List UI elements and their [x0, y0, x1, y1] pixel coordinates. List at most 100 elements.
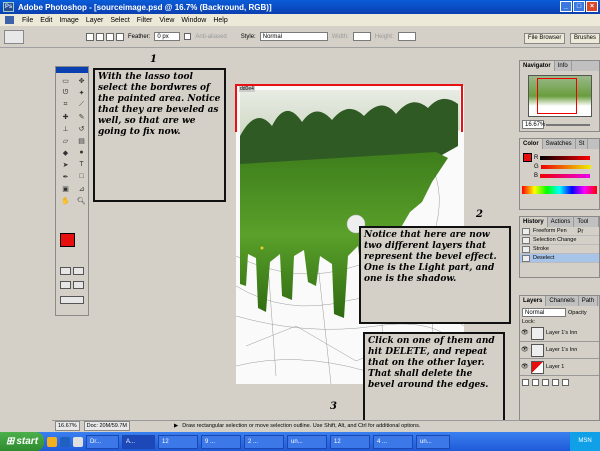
blur-icon[interactable]: ◆: [58, 147, 73, 158]
intersect-selection-button[interactable]: [116, 33, 124, 41]
status-zoom[interactable]: 16.67%: [55, 420, 80, 431]
tab-actions[interactable]: Actions: [548, 217, 575, 227]
foreground-color-swatch[interactable]: [60, 233, 75, 247]
task-item[interactable]: 2 ...: [244, 434, 284, 449]
quick-mask-icon[interactable]: [73, 267, 84, 275]
layer-row[interactable]: 👁︎ Layer 1: [520, 359, 599, 376]
slider-b[interactable]: [540, 173, 591, 178]
start-button[interactable]: ⊞ start: [0, 432, 44, 451]
maximize-button[interactable]: □: [573, 1, 585, 12]
eyedropper-icon[interactable]: ⊿: [74, 183, 89, 194]
play-icon[interactable]: ▶: [174, 423, 178, 429]
eye-icon[interactable]: 👁︎: [521, 329, 529, 337]
menu-filter[interactable]: Filter: [137, 17, 153, 24]
tab-info[interactable]: Info: [555, 61, 572, 71]
tab-brushes[interactable]: Brushes: [570, 33, 600, 44]
blend-mode-select[interactable]: Normal: [522, 308, 566, 317]
subtract-selection-button[interactable]: [106, 33, 114, 41]
tab-styles[interactable]: St: [576, 139, 589, 149]
color-fg-swatch[interactable]: [523, 153, 532, 162]
zoom-slider[interactable]: [546, 123, 590, 126]
tab-layers[interactable]: Layers: [520, 296, 547, 306]
menu-layer[interactable]: Layer: [86, 17, 104, 24]
quicklaunch-ie-icon[interactable]: [60, 436, 70, 447]
add-mask-button[interactable]: [532, 379, 539, 386]
tab-color[interactable]: Color: [520, 139, 543, 149]
height-input[interactable]: [397, 32, 416, 41]
task-item[interactable]: un...: [416, 434, 450, 449]
menu-image[interactable]: Image: [59, 17, 78, 24]
color-ramp[interactable]: [522, 186, 597, 194]
slider-g[interactable]: [540, 164, 591, 169]
tab-paths[interactable]: Path: [579, 296, 599, 306]
hand-icon[interactable]: ✋: [58, 195, 73, 206]
task-item[interactable]: Dr...: [86, 434, 119, 449]
task-item[interactable]: 4 ...: [373, 434, 413, 449]
menu-edit[interactable]: Edit: [40, 17, 52, 24]
path-select-icon[interactable]: ➤: [58, 159, 73, 170]
menu-file[interactable]: File: [22, 17, 33, 24]
quicklaunch-firefox-icon[interactable]: [47, 436, 57, 447]
close-button[interactable]: ×: [586, 1, 598, 12]
pen-icon[interactable]: ✒: [58, 171, 73, 182]
quicklaunch-desktop-icon[interactable]: [73, 436, 83, 447]
history-item[interactable]: Selection Change: [520, 236, 599, 245]
history-item-active[interactable]: Deselect: [520, 254, 599, 263]
slider-r[interactable]: [540, 155, 591, 160]
magic-wand-icon[interactable]: ✦: [74, 87, 89, 98]
stamp-icon[interactable]: ⊥: [58, 123, 73, 134]
tab-history[interactable]: History: [520, 217, 548, 227]
lasso-icon[interactable]: ᘎ: [58, 87, 73, 98]
gradient-icon[interactable]: ▤: [74, 135, 89, 146]
task-item[interactable]: 12: [330, 434, 370, 449]
feather-input[interactable]: 0 px: [154, 32, 181, 41]
type-icon[interactable]: T: [74, 159, 89, 170]
document-menu-icon[interactable]: [5, 16, 14, 24]
notes-icon[interactable]: ▣: [58, 183, 73, 194]
history-item[interactable]: Stroke: [520, 245, 599, 254]
move-icon[interactable]: ✥: [74, 75, 89, 86]
system-tray[interactable]: MSN: [570, 432, 600, 451]
shape-icon[interactable]: □: [74, 171, 89, 182]
menu-help[interactable]: Help: [213, 17, 227, 24]
tab-navigator[interactable]: Navigator: [520, 61, 555, 71]
anti-alias-checkbox[interactable]: [184, 33, 192, 40]
menu-select[interactable]: Select: [110, 17, 129, 24]
marquee-icon[interactable]: ▭: [58, 75, 73, 86]
imageready-icon[interactable]: [60, 296, 84, 304]
slice-icon[interactable]: ⟋: [74, 99, 89, 110]
new-set-button[interactable]: [542, 379, 549, 386]
eye-icon[interactable]: 👁︎: [521, 363, 529, 371]
tab-tool-presets[interactable]: Tool Pr: [574, 217, 599, 235]
crop-icon[interactable]: ⌗: [58, 99, 73, 110]
width-input[interactable]: [352, 32, 371, 41]
dodge-icon[interactable]: ●: [74, 147, 89, 158]
minimize-button[interactable]: _: [560, 1, 572, 12]
new-layer-button[interactable]: [552, 379, 559, 386]
standard-mode-icon[interactable]: [60, 267, 71, 275]
history-item[interactable]: Freeform Pen: [520, 227, 599, 236]
layer-style-button[interactable]: [522, 379, 529, 386]
tab-swatches[interactable]: Swatches: [543, 139, 576, 149]
healing-icon[interactable]: ✚: [58, 111, 73, 122]
menu-window[interactable]: Window: [181, 17, 206, 24]
status-doc-size[interactable]: Doc: 20M/59.7M: [83, 420, 131, 431]
view-frame[interactable]: [536, 78, 577, 114]
brush-icon[interactable]: ✎: [74, 111, 89, 122]
tab-file-browser[interactable]: File Browser: [524, 33, 566, 44]
tab-channels[interactable]: Channels: [546, 296, 579, 306]
layer-row[interactable]: 👁︎ Layer 1's Inn: [520, 342, 599, 359]
eraser-icon[interactable]: ▱: [58, 135, 73, 146]
task-item[interactable]: 12: [158, 434, 198, 449]
menu-view[interactable]: View: [159, 17, 174, 24]
history-brush-icon[interactable]: ↺: [74, 123, 89, 134]
zoom-icon[interactable]: 🔍︎: [74, 195, 89, 206]
navigator-thumbnail[interactable]: [527, 75, 592, 117]
navigator-zoom-input[interactable]: 16.67%: [522, 120, 545, 129]
add-selection-button[interactable]: [96, 33, 104, 41]
style-select[interactable]: Normal: [259, 32, 328, 41]
task-item-active[interactable]: A...: [122, 434, 155, 449]
delete-layer-button[interactable]: [562, 379, 569, 386]
tool-preset-picker[interactable]: [4, 30, 24, 44]
screen-mode-full-icon[interactable]: [73, 281, 84, 289]
